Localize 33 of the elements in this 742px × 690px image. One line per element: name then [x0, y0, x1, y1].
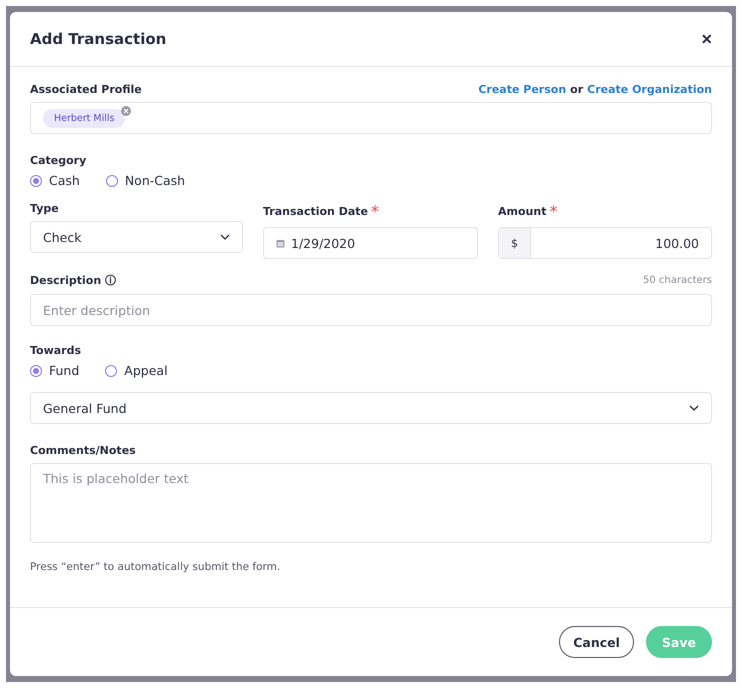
or-text: or: [570, 83, 584, 96]
radio-option[interactable]: Cash: [30, 173, 80, 188]
field-label: Comments/Notes: [30, 444, 136, 457]
radio-option[interactable]: Fund: [30, 363, 80, 378]
create-organization-link[interactable]: Create Organization: [587, 83, 712, 96]
chevron-down-icon: [689, 405, 699, 411]
remove-icon[interactable]: [121, 106, 132, 116]
fund-select[interactable]: General Fund: [30, 392, 712, 424]
create-person-link[interactable]: Create Person: [478, 83, 566, 96]
field-label: Associated Profile: [30, 83, 142, 96]
field-label: Transaction Date: [263, 205, 368, 218]
required-mark: *: [370, 202, 379, 221]
field-label: Amount: [498, 205, 546, 218]
radio-option[interactable]: Appeal: [105, 363, 168, 378]
amount-field[interactable]: $ 100.00: [498, 227, 712, 259]
chevron-down-icon: [220, 234, 230, 240]
required-mark: *: [549, 202, 558, 221]
description-field[interactable]: Enter description: [30, 294, 712, 326]
profile-field[interactable]: Herbert Mills: [30, 102, 712, 134]
field-label: Towards: [30, 344, 82, 357]
field-label: Category: [30, 154, 88, 167]
type-select[interactable]: Check: [30, 221, 243, 253]
comments-field[interactable]: This is placeholder text: [30, 463, 712, 543]
date-field[interactable]: 1/29/2020: [263, 227, 478, 259]
cancel-button[interactable]: Cancel: [559, 626, 634, 658]
field-label: Description ⓘ: [30, 273, 116, 288]
radio-option[interactable]: Non-Cash: [106, 173, 186, 188]
dialog-title: Add Transaction: [30, 30, 166, 48]
close-button[interactable]: ×: [701, 28, 712, 50]
character-counter: 50 characters: [643, 275, 712, 286]
field-label: Type: [30, 202, 59, 215]
hint-text: Press “enter” to automatically submit the form.: [30, 561, 282, 573]
calendar-icon: [276, 238, 285, 248]
